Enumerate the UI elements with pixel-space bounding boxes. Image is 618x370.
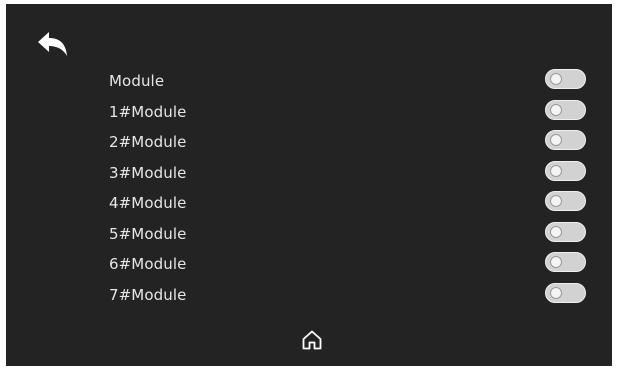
module-label: 6#Module [109,255,187,273]
module-label: 4#Module [109,194,187,212]
module-label: 5#Module [109,224,187,243]
module-toggle[interactable] [545,221,586,242]
toggle-knob [550,134,562,146]
back-button[interactable] [33,28,73,62]
module-label: Module [109,72,165,90]
module-row: 6#Module [6,249,612,280]
toggle-knob [550,225,562,238]
module-list: Module 1#Module 2#Module 3#Module 4#Modu… [6,66,612,310]
module-label: 7#Module [109,285,187,304]
module-toggle[interactable] [545,99,586,120]
module-toggle[interactable] [545,130,586,150]
module-row: Module [6,66,612,97]
module-toggle[interactable] [545,282,586,303]
toggle-knob [550,164,562,177]
module-row: 2#Module [6,127,612,158]
home-button[interactable] [300,328,324,352]
module-toggle[interactable] [545,160,586,181]
module-toggle[interactable] [545,191,586,211]
module-label: 1#Module [109,102,187,121]
toggle-knob [550,256,562,268]
module-row: 7#Module [6,280,612,311]
toggle-knob [550,286,562,299]
module-label: 3#Module [109,163,187,182]
toggle-knob [550,103,562,116]
settings-screen: Module 1#Module 2#Module 3#Module 4#Modu… [6,4,612,366]
module-label: 2#Module [109,133,187,151]
module-row: 5#Module [6,219,612,250]
module-toggle[interactable] [545,252,586,272]
back-arrow-icon [38,32,67,56]
module-row: 4#Module [6,188,612,219]
module-toggle[interactable] [545,69,586,89]
toggle-knob [550,195,562,207]
module-row: 3#Module [6,158,612,189]
toggle-knob [550,73,562,85]
module-row: 1#Module [6,97,612,128]
home-icon [302,330,322,350]
